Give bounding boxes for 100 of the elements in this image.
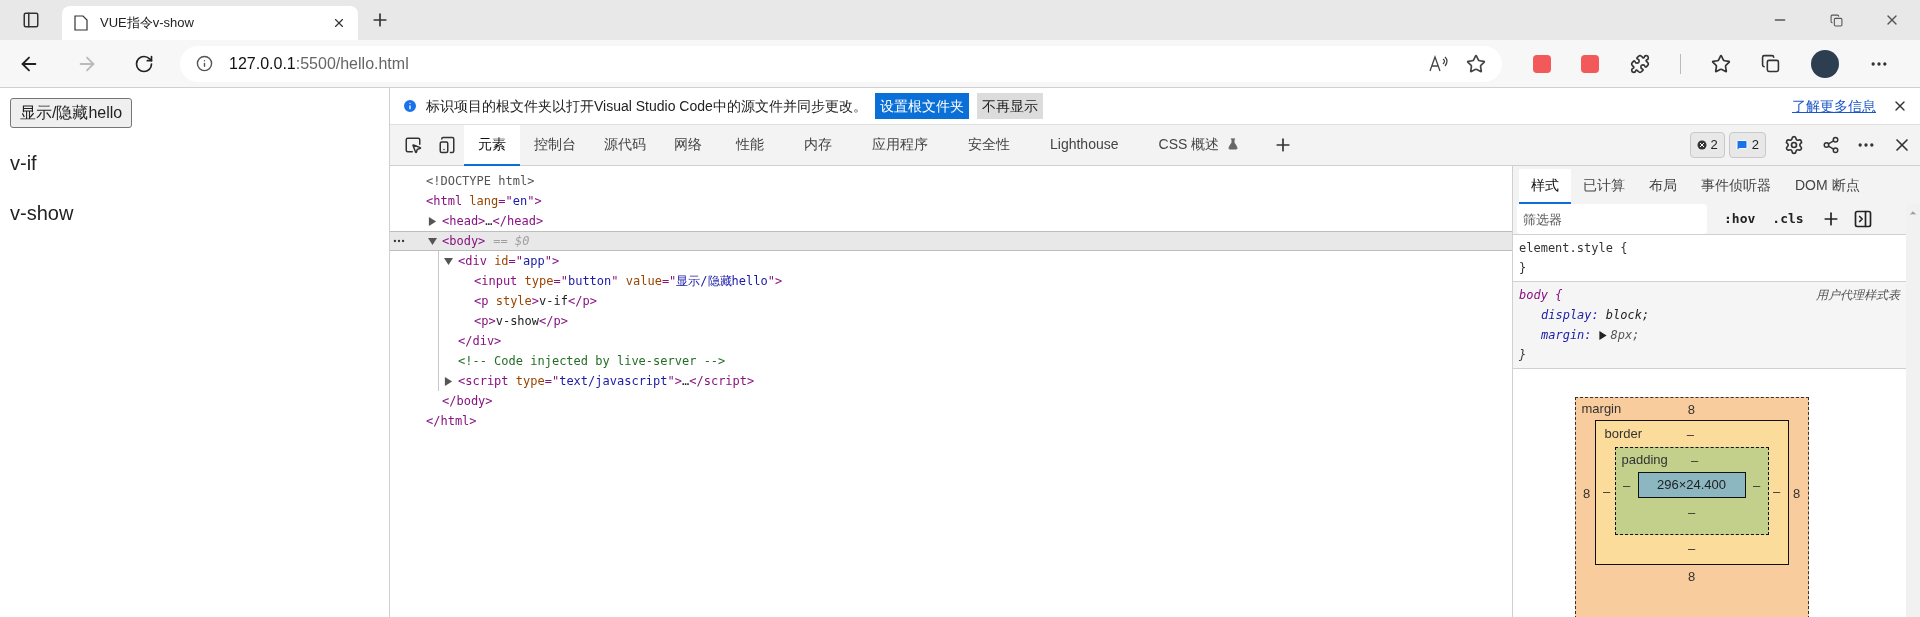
infobar-button[interactable]: 设置根文件夹 xyxy=(874,93,969,119)
devtools-tab[interactable]: 控制台 xyxy=(520,124,590,166)
url-text: 127.0.0.1:5500/hello.html xyxy=(229,53,410,74)
css-value[interactable]: block; xyxy=(1605,305,1650,325)
filter-field[interactable]: 筛选器 xyxy=(1517,204,1707,234)
browser-tab[interactable]: VUE指令v-show xyxy=(62,6,358,40)
css-property[interactable]: display: xyxy=(1541,305,1599,325)
badge-count: 2 xyxy=(1751,136,1759,155)
extension-icon[interactable] xyxy=(1581,54,1600,73)
profile-avatar[interactable] xyxy=(1810,49,1839,78)
tab-title: VUE指令v-show xyxy=(100,14,195,33)
badge-count: 2 xyxy=(1710,136,1718,155)
margin-value: 8 xyxy=(1687,402,1695,417)
rule-selector: body { xyxy=(1519,287,1563,304)
dom-node-line[interactable]: <html lang="en"> xyxy=(426,192,542,210)
paragraph: v-if xyxy=(10,151,38,176)
device-toolbar-icon[interactable] xyxy=(438,136,456,154)
add-favorite-icon[interactable] xyxy=(1466,53,1486,74)
padding-value: – xyxy=(1691,453,1699,468)
address-bar[interactable]: 127.0.0.1:5500/hello.html xyxy=(180,45,1502,82)
error-icon xyxy=(1696,140,1707,150)
box-label: margin xyxy=(1581,400,1622,419)
sidebar-toggle-icon[interactable] xyxy=(1852,209,1873,229)
box-label: padding xyxy=(1621,451,1668,470)
css-property[interactable]: margin: xyxy=(1541,325,1592,345)
scrollbar[interactable] xyxy=(1906,204,1920,617)
dom-node-line[interactable]: <script type="text/javascript">…</script> xyxy=(458,372,755,390)
collections-icon[interactable] xyxy=(1761,54,1781,73)
close-tab-icon[interactable] xyxy=(332,16,346,30)
favorites-icon[interactable] xyxy=(1711,53,1732,74)
dom-node-line[interactable]: <head>…</head> xyxy=(442,212,544,230)
dom-node-line[interactable]: <input type="button" value="显示/隐藏hello"> xyxy=(474,272,783,290)
read-aloud-icon[interactable] xyxy=(1428,54,1450,73)
dom-node-line[interactable]: <p>v-show</p> xyxy=(474,312,568,330)
styles-tab[interactable]: 布局 xyxy=(1637,169,1689,204)
dom-closing-tag[interactable]: </body> xyxy=(442,392,493,410)
devtools-tab[interactable]: Lighthouse xyxy=(1030,124,1139,166)
messages-badge[interactable]: 2 xyxy=(1728,132,1766,158)
message-icon xyxy=(1735,139,1748,151)
border-value: – xyxy=(1686,427,1694,442)
dom-node-line[interactable]: <body> xyxy=(442,232,486,250)
devtools-tab[interactable]: 元素 xyxy=(464,124,520,166)
extension-icon[interactable] xyxy=(1533,54,1552,73)
class-button[interactable]: .cls xyxy=(1772,209,1804,229)
dom-node-line[interactable]: <!DOCTYPE html> xyxy=(426,172,535,190)
rule-brace: } xyxy=(1519,348,1527,362)
padding-value: – xyxy=(1687,504,1696,523)
hover-state-button[interactable]: :hov xyxy=(1724,209,1756,229)
border-value: – xyxy=(1772,484,1781,499)
info-icon xyxy=(402,98,418,114)
rule-selector: element.style { xyxy=(1519,240,1628,257)
paragraph: v-show xyxy=(10,201,75,226)
toggle-button[interactable]: 显示/隐藏hello xyxy=(10,98,133,128)
devtools-tab[interactable]: 安全性 xyxy=(948,124,1030,166)
styles-tab[interactable]: 已计算 xyxy=(1571,169,1637,204)
collapsed-triangle-icon[interactable] xyxy=(428,216,437,226)
dom-node-line[interactable]: <!-- Code injected by live-server --> xyxy=(458,352,726,370)
devtools-tab[interactable]: 内存 xyxy=(784,124,852,166)
box-label: border xyxy=(1604,425,1643,444)
dom-node-line[interactable]: <div id="app"> xyxy=(458,252,560,270)
expanded-triangle-icon[interactable] xyxy=(444,256,453,266)
devtools-tab[interactable]: 源代码 xyxy=(590,124,660,166)
styles-tab[interactable]: 事件侦听器 xyxy=(1689,169,1783,204)
infobar-message: 标识项目的根文件夹以打开Visual Studio Code中的源文件并同步更改。 xyxy=(426,96,867,116)
styles-tab[interactable]: DOM 断点 xyxy=(1783,169,1872,204)
margin-value: 8 xyxy=(1687,568,1696,587)
page-icon xyxy=(74,15,88,31)
settings-icon[interactable] xyxy=(1784,135,1804,155)
padding-value: – xyxy=(1752,478,1761,493)
restore-icon[interactable] xyxy=(1829,13,1843,27)
selected-node-marker: == $0 xyxy=(493,233,530,250)
devtools-tab[interactable]: 网络 xyxy=(660,124,716,166)
styles-tab[interactable]: 样式 xyxy=(1519,169,1571,204)
dom-closing-tag[interactable]: </html> xyxy=(426,412,477,430)
extensions-icon[interactable] xyxy=(1629,53,1650,74)
tab-actions-icon[interactable] xyxy=(22,11,40,29)
margin-value: 8 xyxy=(1582,485,1591,501)
margin-value: 8 xyxy=(1792,485,1801,501)
issues-badge[interactable]: 2 xyxy=(1689,132,1725,158)
devtools-tab[interactable]: CSS 概述 xyxy=(1138,124,1260,166)
inspect-icon[interactable] xyxy=(404,136,422,154)
connections-icon[interactable] xyxy=(1822,136,1840,154)
rule-brace: } xyxy=(1519,261,1527,275)
css-value[interactable]: 8px; xyxy=(1610,325,1640,345)
devtools-tab[interactable]: 应用程序 xyxy=(852,124,948,166)
border-value: – xyxy=(1687,540,1696,559)
rule-source: 用户代理样式表 xyxy=(1816,287,1900,304)
site-info-icon[interactable] xyxy=(196,55,213,72)
dom-closing-tag[interactable]: </div> xyxy=(458,332,502,350)
border-value: – xyxy=(1602,484,1611,499)
learn-more-link[interactable]: 了解更多信息 xyxy=(1792,95,1876,117)
padding-value: – xyxy=(1622,478,1631,493)
expand-triangle-icon[interactable] xyxy=(1598,330,1607,340)
devtools-tab[interactable]: 性能 xyxy=(716,124,784,166)
expanded-triangle-icon[interactable] xyxy=(428,236,437,246)
infobar-button[interactable]: 不再显示 xyxy=(976,93,1043,119)
content-box: 296×24.400 xyxy=(1637,472,1746,498)
collapsed-triangle-icon[interactable] xyxy=(444,376,453,386)
refresh-icon[interactable] xyxy=(134,53,154,74)
dom-node-line[interactable]: <p style>v-if</p> xyxy=(474,292,597,310)
